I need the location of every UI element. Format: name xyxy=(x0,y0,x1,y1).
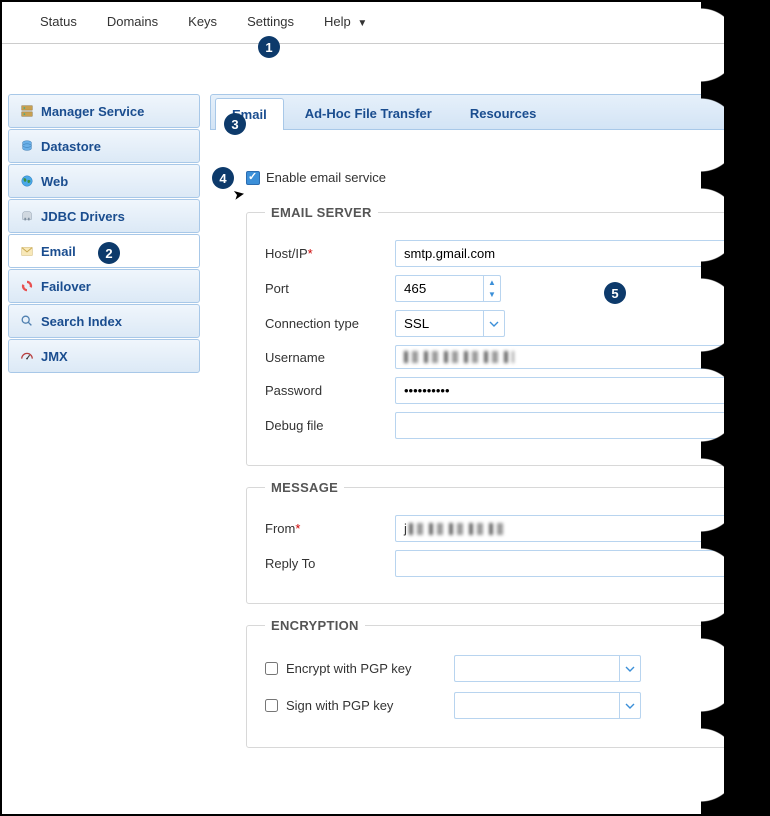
sign-pgp-key-select[interactable] xyxy=(454,692,619,719)
globe-icon xyxy=(19,173,35,189)
sidebar-item-label: Datastore xyxy=(41,139,101,154)
server-icon xyxy=(19,103,35,119)
content-area: Email Ad-Hoc File Transfer Resources Ena… xyxy=(210,94,770,782)
menu-keys[interactable]: Keys xyxy=(173,5,232,38)
menu-help[interactable]: Help ▼ xyxy=(309,5,382,38)
sidebar-item-jmx[interactable]: JMX xyxy=(8,339,200,373)
sidebar-item-jdbc-drivers[interactable]: JDBC Drivers xyxy=(8,199,200,233)
database-icon xyxy=(19,138,35,154)
sidebar: Manager Service Datastore Web JDBC Drive… xyxy=(8,94,200,782)
callout-2: 2 xyxy=(98,242,120,264)
tabs: Email Ad-Hoc File Transfer Resources xyxy=(210,94,770,130)
sidebar-item-failover[interactable]: Failover xyxy=(8,269,200,303)
sidebar-item-label: Search Index xyxy=(41,314,122,329)
chevron-down-icon: ▼ xyxy=(357,18,367,29)
sign-pgp-checkbox[interactable] xyxy=(265,699,278,712)
driver-icon xyxy=(19,208,35,224)
menu-domains[interactable]: Domains xyxy=(92,5,173,38)
tab-content-email: Enable email service EMAIL SERVER Host/I… xyxy=(210,130,770,782)
sign-pgp-label: Sign with PGP key xyxy=(286,698,446,713)
menu-status[interactable]: Status xyxy=(25,5,92,38)
message-fieldset: MESSAGE From* j Reply To xyxy=(246,480,770,604)
port-label: Port xyxy=(265,281,395,296)
torn-edge-decoration xyxy=(724,0,770,816)
sidebar-item-web[interactable]: Web xyxy=(8,164,200,198)
encrypt-pgp-key-select[interactable] xyxy=(454,655,619,682)
port-input[interactable] xyxy=(395,275,483,302)
username-label: Username xyxy=(265,350,395,365)
search-icon xyxy=(19,313,35,329)
sidebar-item-datastore[interactable]: Datastore xyxy=(8,129,200,163)
encryption-legend: ENCRYPTION xyxy=(265,618,365,633)
callout-5: 5 xyxy=(604,282,626,304)
password-label: Password xyxy=(265,383,395,398)
connection-type-label: Connection type xyxy=(265,316,395,331)
sidebar-item-label: Manager Service xyxy=(41,104,144,119)
menu-help-label: Help xyxy=(324,14,351,29)
host-label: Host/IP* xyxy=(265,246,395,261)
mouse-cursor-icon: ➤ xyxy=(232,185,247,204)
email-server-fieldset: EMAIL SERVER Host/IP* Port ▲ ▼ xyxy=(246,205,770,466)
encrypt-pgp-checkbox[interactable] xyxy=(265,662,278,675)
gauge-icon xyxy=(19,348,35,364)
callout-4: 4 xyxy=(212,167,234,189)
encryption-fieldset: ENCRYPTION Encrypt with PGP key Sign wit… xyxy=(246,618,770,748)
callout-3: 3 xyxy=(224,113,246,135)
debug-file-label: Debug file xyxy=(265,418,395,433)
sidebar-item-label: Failover xyxy=(41,279,91,294)
encrypt-pgp-label: Encrypt with PGP key xyxy=(286,661,446,676)
connection-type-select[interactable] xyxy=(395,310,483,337)
chevron-down-icon[interactable] xyxy=(483,310,505,337)
mail-icon xyxy=(19,243,35,259)
sidebar-item-label: Web xyxy=(41,174,68,189)
port-spinner-up[interactable]: ▲ xyxy=(484,276,500,288)
tab-adhoc-file-transfer[interactable]: Ad-Hoc File Transfer xyxy=(288,97,449,129)
sidebar-item-manager-service[interactable]: Manager Service xyxy=(8,94,200,128)
failover-icon xyxy=(19,278,35,294)
sidebar-item-label: Email xyxy=(41,244,76,259)
chevron-down-icon[interactable] xyxy=(619,655,641,682)
message-legend: MESSAGE xyxy=(265,480,344,495)
top-menu: Status Domains Keys Settings Help ▼ xyxy=(0,0,770,44)
sidebar-item-label: JMX xyxy=(41,349,68,364)
chevron-down-icon[interactable] xyxy=(619,692,641,719)
tab-resources[interactable]: Resources xyxy=(453,97,553,129)
reply-to-label: Reply To xyxy=(265,556,395,571)
enable-email-checkbox[interactable] xyxy=(246,171,260,185)
menu-settings[interactable]: Settings xyxy=(232,5,309,38)
sidebar-item-label: JDBC Drivers xyxy=(41,209,125,224)
from-label: From* xyxy=(265,521,395,536)
sidebar-item-search-index[interactable]: Search Index xyxy=(8,304,200,338)
email-server-legend: EMAIL SERVER xyxy=(265,205,378,220)
callout-1: 1 xyxy=(258,36,280,58)
port-spinner-down[interactable]: ▼ xyxy=(484,288,500,300)
enable-email-label: Enable email service xyxy=(266,170,386,185)
